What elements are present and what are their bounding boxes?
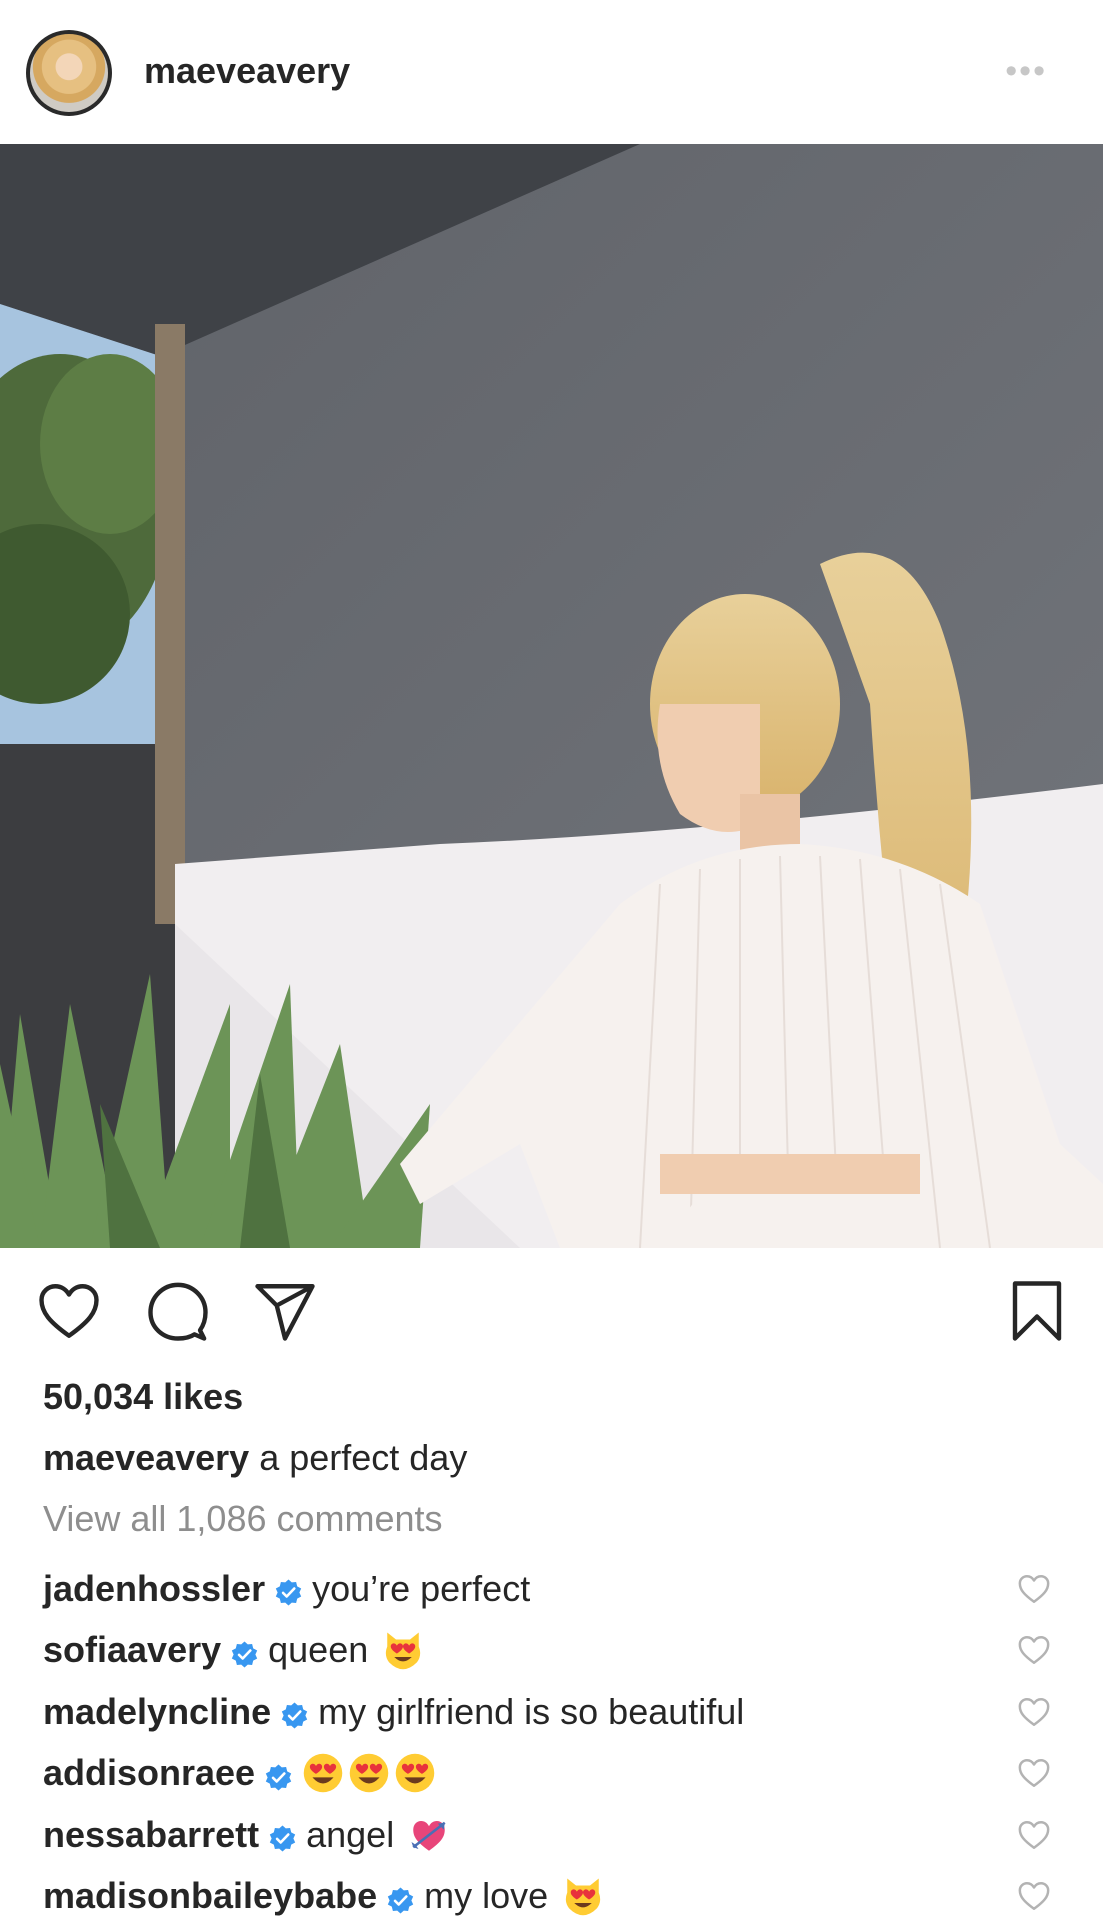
heart-outline-icon — [39, 1284, 99, 1338]
comment-text: you’re perfect — [312, 1567, 531, 1609]
comment-row: sofiaavery queen — [0, 1620, 1103, 1682]
likes-count[interactable]: 50,034 likes — [43, 1376, 243, 1418]
comment-username[interactable]: madisonbaileybabe — [43, 1875, 377, 1917]
comment-username[interactable]: addisonraee — [43, 1752, 255, 1794]
heart-with-arrow-emoji-icon — [408, 1814, 450, 1856]
comment-text: angel — [306, 1813, 395, 1855]
heart-eyes-emoji-icon — [394, 1752, 436, 1794]
comment-like-heart-icon[interactable] — [1017, 1633, 1051, 1667]
comment-text: my love — [424, 1875, 549, 1917]
comment-like-heart-icon[interactable] — [1017, 1756, 1051, 1790]
comment-row: nessabarrett angel — [0, 1804, 1103, 1866]
bookmark-icon — [1012, 1281, 1062, 1341]
heart-eyes-emoji-icon — [348, 1752, 390, 1794]
avatar-image — [30, 34, 108, 112]
save-button[interactable] — [1004, 1278, 1070, 1344]
comment-text: queen — [268, 1629, 369, 1671]
action-bar — [0, 1248, 1103, 1368]
verified-badge-icon — [274, 1574, 303, 1606]
post-header: maeveavery ••• — [0, 0, 1103, 144]
more-options-icon[interactable]: ••• — [1005, 52, 1047, 91]
verified-badge-icon — [230, 1636, 259, 1668]
comment-like-heart-icon[interactable] — [1017, 1695, 1051, 1729]
heart-eyes-cat-emoji-icon — [562, 1875, 604, 1917]
verified-badge-icon — [386, 1882, 415, 1914]
comment-username[interactable]: nessabarrett — [43, 1814, 259, 1856]
post-photo[interactable] — [0, 144, 1103, 1248]
comment-text: my girlfriend is so beautiful — [318, 1690, 745, 1732]
comment-like-heart-icon[interactable] — [1017, 1879, 1051, 1913]
comment-row: madelyncline my girlfriend is so beautifu… — [0, 1681, 1103, 1743]
caption-text: a perfect day — [249, 1437, 468, 1478]
comment-row: jadenhossler you’re perfect — [0, 1558, 1103, 1620]
share-button[interactable] — [252, 1278, 318, 1344]
comment-button[interactable] — [145, 1278, 211, 1344]
comment-bubble-icon — [148, 1282, 208, 1341]
comment-like-heart-icon[interactable] — [1017, 1818, 1051, 1852]
comment-row: madisonbaileybabe my love — [0, 1866, 1103, 1920]
comment-like-heart-icon[interactable] — [1017, 1572, 1051, 1606]
heart-eyes-emoji-icon — [302, 1752, 344, 1794]
caption-username[interactable]: maeveavery — [43, 1437, 249, 1478]
comment-username[interactable]: jadenhossler — [43, 1568, 265, 1610]
caption: maeveavery a perfect day — [43, 1437, 467, 1479]
comment-row: addisonraee — [0, 1743, 1103, 1805]
view-all-comments-link[interactable]: View all 1,086 comments — [43, 1498, 443, 1540]
paper-plane-icon — [255, 1284, 315, 1341]
verified-badge-icon — [264, 1759, 293, 1791]
verified-badge-icon — [268, 1820, 297, 1852]
comment-username[interactable]: madelyncline — [43, 1691, 271, 1733]
comments-list: jadenhossler you’re perfect sofiaavery quee… — [0, 1558, 1103, 1920]
like-button[interactable] — [36, 1278, 102, 1344]
verified-badge-icon — [280, 1697, 309, 1729]
heart-eyes-cat-emoji-icon — [382, 1629, 424, 1671]
avatar[interactable] — [26, 30, 112, 116]
comment-username[interactable]: sofiaavery — [43, 1629, 221, 1671]
post-photo-illustration — [0, 144, 1103, 1248]
post-username[interactable]: maeveavery — [144, 50, 350, 92]
